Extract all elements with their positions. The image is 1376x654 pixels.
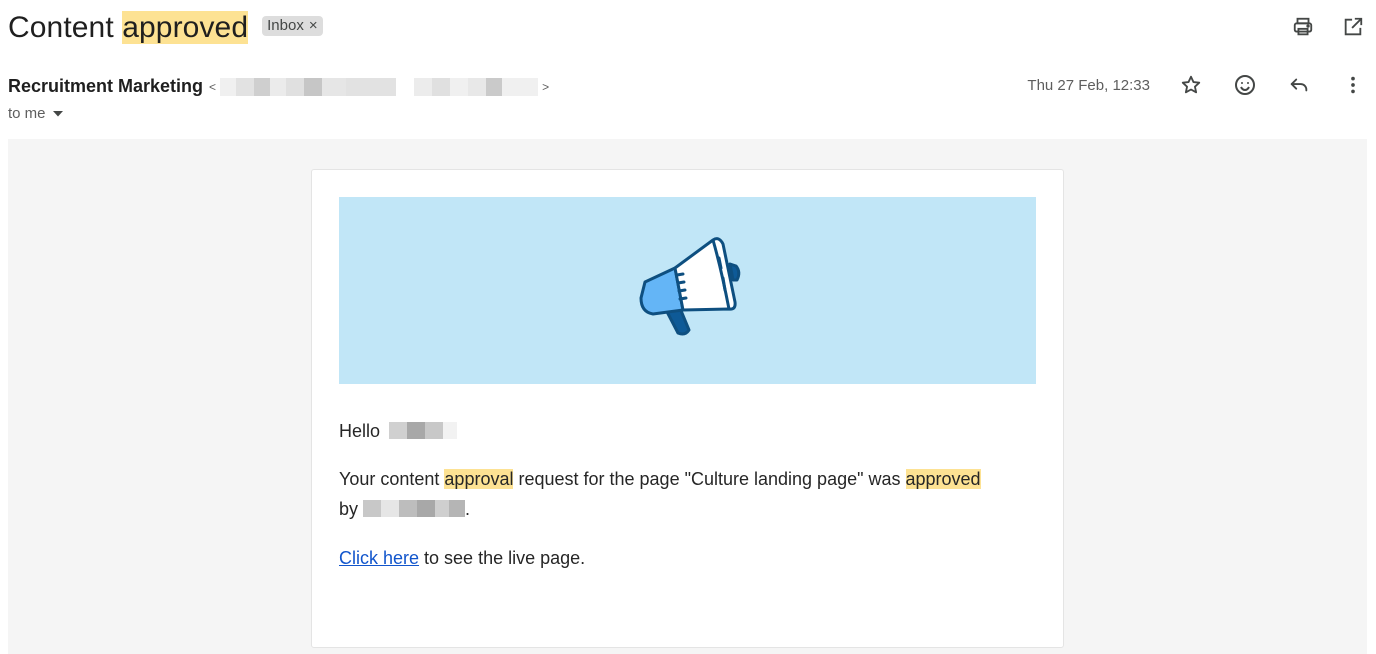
message-text-part: . [465, 499, 471, 519]
greeting-line: Hello [339, 416, 1039, 446]
message-text-part: by [339, 499, 364, 519]
email-body-background: Hello Your content approval request for … [8, 139, 1367, 654]
more-vert-icon[interactable] [1340, 72, 1366, 98]
email-subject: Content approved [8, 11, 249, 45]
recipient-details-toggle[interactable]: to me [8, 105, 64, 122]
message-text-part: Your content [339, 469, 445, 489]
redacted-recipient-name [389, 422, 458, 439]
subject-prefix: Content [8, 11, 123, 44]
email-banner [339, 197, 1036, 384]
email-content-card: Hello Your content approval request for … [311, 169, 1064, 648]
star-icon[interactable] [1178, 72, 1204, 98]
subject-row: Content approved Inbox × [8, 8, 323, 48]
subject-highlight: approved [122, 11, 249, 44]
inbox-label-chip[interactable]: Inbox × [262, 16, 323, 36]
print-icon[interactable] [1290, 14, 1316, 40]
approval-message: Your content approval request for the pa… [339, 464, 1039, 524]
redacted-email [220, 77, 539, 96]
message-date: Thu 27 Feb, 12:33 [1027, 76, 1150, 94]
redacted-approver-name [363, 500, 466, 517]
email-message: Hello Your content approval request for … [339, 416, 1039, 573]
greeting: Hello [339, 421, 381, 441]
sender-email: < > [209, 77, 550, 96]
sender-row: Recruitment Marketing < > [8, 76, 549, 97]
recipient-text: to me [8, 105, 46, 122]
label-text: Inbox [267, 17, 304, 34]
sender-name[interactable]: Recruitment Marketing [8, 76, 203, 97]
click-here-link[interactable]: Click here [339, 548, 419, 568]
email-close-bracket: > [542, 79, 550, 94]
highlight-approval: approval [444, 469, 514, 489]
reply-icon[interactable] [1286, 72, 1312, 98]
emoji-icon[interactable] [1232, 72, 1258, 98]
email-open-bracket: < [209, 79, 217, 94]
link-line: Click here to see the live page. [339, 543, 1039, 573]
remove-label-button[interactable]: × [309, 17, 318, 34]
message-text-part: request for the page "Culture landing pa… [513, 469, 906, 489]
link-suffix: to see the live page. [419, 548, 586, 568]
header-actions [1290, 14, 1366, 40]
open-in-new-window-icon[interactable] [1340, 14, 1366, 40]
message-meta: Thu 27 Feb, 12:33 [1027, 72, 1366, 98]
highlight-approved: approved [905, 469, 981, 489]
megaphone-icon [633, 232, 743, 349]
dropdown-arrow-icon [52, 105, 64, 122]
